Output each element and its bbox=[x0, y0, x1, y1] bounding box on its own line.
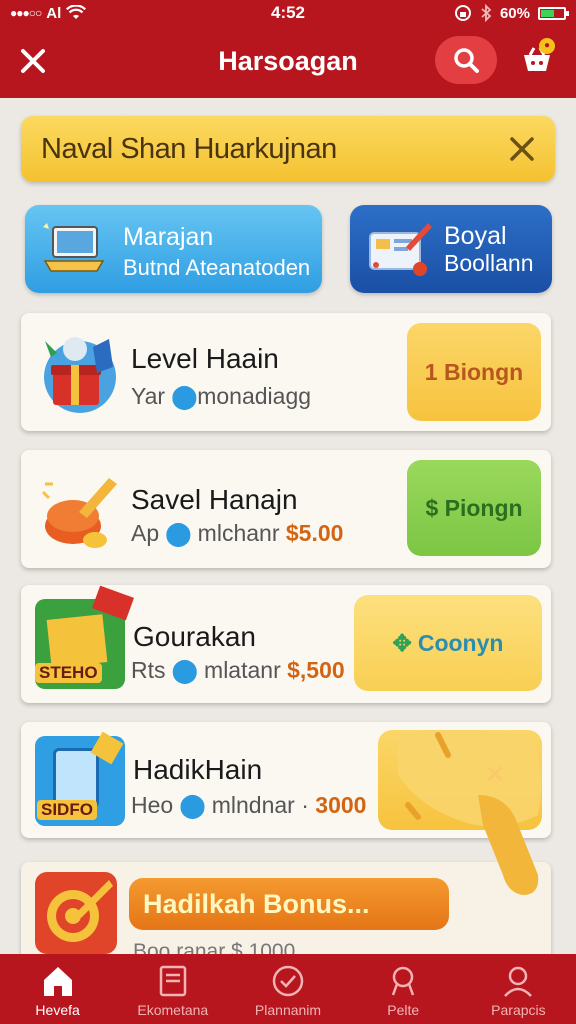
item-title: Level Haain bbox=[131, 343, 279, 374]
nav-item-profile[interactable]: Parapcis bbox=[461, 954, 576, 1024]
pin-icon: ⬤ bbox=[165, 520, 192, 546]
nav-label: Ekometana bbox=[137, 1002, 209, 1018]
cart-button[interactable]: ● bbox=[513, 36, 561, 84]
status-left: ●●●○○ Al bbox=[10, 5, 210, 22]
signal-icon: ●●●○○ bbox=[10, 6, 42, 20]
item-action-button[interactable]: ✥ Coonyn bbox=[354, 595, 542, 691]
item-sub-text: mlndnar · bbox=[211, 792, 309, 818]
battery-fill bbox=[541, 9, 555, 17]
item-title: Gourakan bbox=[133, 621, 256, 652]
list-item-savel-hanajn[interactable]: Savel Hanajn Ap ⬤ mlchanr $5.00 $ Piongn bbox=[21, 450, 551, 568]
item-action-button[interactable]: $ Piongn bbox=[407, 460, 541, 556]
wifi-icon bbox=[66, 5, 87, 19]
nav-item-catalog[interactable]: Ekometana bbox=[115, 954, 230, 1024]
studio-badge-icon: STEHO bbox=[35, 585, 135, 689]
item-sub-prefix: Heo bbox=[131, 792, 174, 818]
nav-label: Hevefa bbox=[35, 1002, 80, 1018]
item-price: $5.00 bbox=[285, 520, 344, 546]
close-icon bbox=[510, 137, 534, 161]
pointing-hand-icon bbox=[398, 730, 542, 895]
bluetooth-icon bbox=[481, 4, 492, 22]
status-time: 4:52 bbox=[270, 3, 306, 22]
lock-rotation-icon bbox=[454, 5, 471, 21]
item-sub-prefix: Rts bbox=[131, 657, 166, 683]
nav-item-pelte[interactable]: Pelte bbox=[346, 954, 461, 1024]
battery-icon bbox=[538, 6, 569, 20]
nav-item-plan[interactable]: Plannanim bbox=[230, 954, 345, 1024]
laptop-icon bbox=[43, 223, 105, 272]
target-icon bbox=[35, 872, 117, 954]
gift-box-icon bbox=[44, 337, 116, 413]
nav-label: Parapcis bbox=[491, 1002, 546, 1018]
item-sub-text: mlchanr bbox=[197, 520, 280, 546]
tablet-badge-icon: SIDFO bbox=[35, 731, 125, 826]
quick-card-title: Boyal bbox=[444, 222, 507, 250]
promo-banner[interactable]: Naval Shan Huarkujnan bbox=[21, 116, 555, 182]
nav-item-home[interactable]: Hevefa bbox=[0, 954, 115, 1024]
status-bar: ●●●○○ Al 4:52 60% bbox=[0, 0, 576, 26]
search-button[interactable] bbox=[435, 36, 497, 84]
app-header: Harsoagan ● bbox=[0, 26, 576, 98]
carrier-label: Al bbox=[46, 4, 62, 22]
bottom-nav: Hevefa Ekometana Plannanim Pelte Parapci… bbox=[0, 954, 576, 1024]
hammer-icon bbox=[41, 478, 117, 548]
pin-icon: ⬤ bbox=[171, 383, 198, 409]
catalog-icon bbox=[159, 965, 187, 997]
quick-card-subtitle: Butnd Ateanatoden bbox=[123, 255, 311, 280]
item-sub-text: monadiagg bbox=[197, 383, 312, 409]
studio-badge-label: STEHO bbox=[35, 663, 102, 683]
profile-icon bbox=[504, 966, 533, 997]
nav-label: Plannanim bbox=[254, 1002, 322, 1018]
banner-text: Naval Shan Huarkujnan bbox=[41, 132, 337, 165]
notification-badge-icon: ● bbox=[539, 38, 555, 54]
item-action-button[interactable]: 1 Biongn bbox=[407, 323, 541, 421]
close-button[interactable] bbox=[14, 42, 52, 80]
check-circle-icon bbox=[272, 965, 304, 997]
list-item-level-haain[interactable]: Level Haain Yar ⬤monadiagg 1 Biongn bbox=[21, 313, 551, 431]
item-action-label: Coonyn bbox=[417, 629, 504, 656]
battery-percent: 60% bbox=[499, 4, 530, 22]
item-subtitle: Yar ⬤monadiagg bbox=[131, 383, 311, 410]
nav-label: Pelte bbox=[387, 1002, 420, 1018]
search-icon bbox=[454, 48, 479, 73]
banner-close-button[interactable] bbox=[503, 130, 541, 168]
studio-badge-label: SIDFO bbox=[37, 800, 97, 820]
quick-card-subtitle: Boollann bbox=[444, 250, 534, 276]
item-sub-text: mlatanr bbox=[204, 657, 281, 683]
drawing-board-icon bbox=[369, 223, 432, 276]
home-icon bbox=[43, 967, 72, 996]
close-icon bbox=[21, 49, 45, 73]
quick-card-title: Marajan bbox=[123, 223, 214, 251]
item-title: HadikHain bbox=[133, 754, 263, 785]
item-subtitle: Heo ⬤ mlndnar · 3000 bbox=[131, 792, 366, 819]
tablet-screen bbox=[53, 748, 99, 808]
list-item-gourakan[interactable]: STEHO Gourakan Rts ⬤ mlatanr $,500 ✥ Coo… bbox=[21, 585, 551, 703]
item-price: $,500 bbox=[287, 657, 345, 683]
item-sub-prefix: Yar bbox=[131, 383, 166, 409]
item-sub-prefix: Ap bbox=[131, 520, 160, 546]
quick-card-marajan[interactable]: Marajan Butnd Ateanatoden bbox=[25, 205, 322, 293]
puzzle-icon: ✥ bbox=[392, 629, 412, 656]
item-price: 3000 bbox=[315, 792, 367, 818]
item-subtitle: Ap ⬤ mlchanr $5.00 bbox=[131, 520, 343, 547]
pin-icon: ⬤ bbox=[179, 792, 206, 818]
quick-card-boyal[interactable]: Boyal Boollann bbox=[350, 205, 552, 293]
item-title: Savel Hanajn bbox=[131, 484, 298, 515]
status-right: 60% bbox=[366, 4, 569, 22]
pin-icon bbox=[392, 966, 415, 996]
map-tile bbox=[46, 614, 108, 668]
item-subtitle: Rts ⬤ mlatanr $,500 bbox=[131, 657, 345, 684]
pin-icon: ⬤ bbox=[171, 657, 198, 683]
